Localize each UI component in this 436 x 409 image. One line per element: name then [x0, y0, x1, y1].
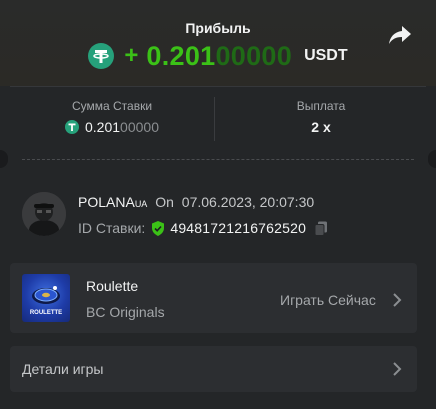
divider [214, 97, 215, 141]
bet-amount-value: 0.201 00000 [10, 119, 214, 135]
game-name: Roulette [86, 278, 139, 294]
game-card[interactable]: ROULETTE Roulette BC Originals Играть Се… [10, 263, 417, 333]
bet-amount-label: Сумма Ставки [71, 99, 153, 113]
profit-header: Прибыль + 0.201 00000 USDT [0, 0, 436, 86]
game-details-row[interactable]: Детали игры [10, 346, 417, 392]
bet-id-label: ID Ставки: [78, 220, 146, 236]
chevron-right-icon [393, 293, 402, 307]
bet-date: 07.06.2023, 20:07:30 [181, 194, 315, 210]
usdt-coin-icon [88, 43, 115, 69]
bet-summary: Сумма Ставки 0.201 00000 Выплата 2 x [10, 86, 426, 151]
game-details-label: Детали игры [22, 361, 104, 377]
game-thumbnail: ROULETTE [22, 274, 70, 322]
ticket-notch-right [428, 150, 436, 168]
bet-date-prefix: On [155, 194, 174, 210]
game-thumbnail-label: ROULETTE [29, 310, 63, 316]
player-name[interactable]: POLANA [78, 194, 135, 210]
bet-amount-trailing: 00000 [120, 119, 159, 135]
bet-amount-section: Сумма Ставки 0.201 00000 [10, 87, 214, 151]
bet-detail-card: Прибыль + 0.20100000 USDT Сумма Ставки [0, 0, 436, 409]
profit-title: Прибыль [185, 20, 251, 36]
avatar[interactable] [22, 192, 66, 236]
game-provider: BC Originals [86, 304, 165, 320]
dashed-divider [22, 159, 414, 160]
profit-value-significant: 0.201 [146, 40, 216, 71]
profit-sign: + [124, 42, 139, 69]
copy-icon[interactable] [314, 221, 328, 236]
bet-amount-significant: 0.201 [85, 119, 121, 135]
profit-value-trailing: 00000 [215, 40, 293, 71]
payout-label: Выплата [296, 99, 346, 113]
profit-amount: + 0.201 00000 USDT [0, 40, 436, 72]
player-name-suffix: UA [134, 199, 148, 209]
payout-value-wrap: 2 x [216, 119, 426, 135]
profit-currency: USDT [304, 47, 348, 64]
payout-section: Выплата 2 x [216, 87, 426, 151]
avatar-image [22, 192, 66, 236]
bet-id-row: ID Ставки: 49481721216762520 [78, 220, 328, 236]
verified-shield-icon [152, 220, 165, 236]
usdt-coin-icon [65, 120, 79, 134]
play-now-link[interactable]: Играть Сейчас [280, 292, 376, 308]
player-info: POLANAUA On 07.06.2023, 20:07:30 [78, 194, 314, 210]
ticket-notch-left [0, 150, 8, 168]
bet-id-value: 49481721216762520 [170, 220, 307, 236]
payout-value: 2 x [311, 119, 331, 135]
chevron-right-icon [393, 362, 402, 376]
